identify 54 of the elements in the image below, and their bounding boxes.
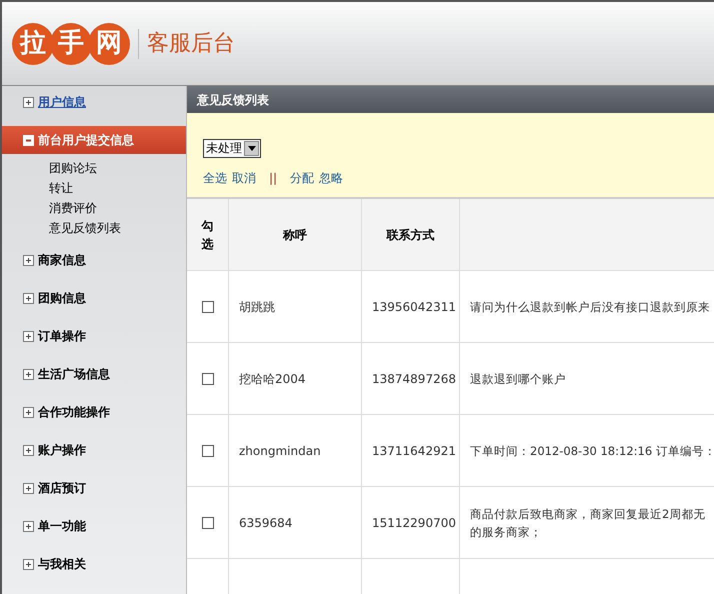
table-cell-text: 退款退到哪个账户: [470, 370, 566, 388]
sidebar-item[interactable]: 订单操作: [2, 322, 186, 350]
console-title: 客服后台: [147, 30, 235, 58]
action-link[interactable]: 忽略: [319, 169, 344, 187]
action-link[interactable]: 分配: [290, 169, 314, 187]
status-select[interactable]: 未处理: [203, 138, 261, 158]
sidebar-item[interactable]: 商家信息: [2, 246, 186, 274]
column-header: 勾选: [202, 218, 214, 252]
sidebar-item[interactable]: 单一功能: [2, 512, 186, 540]
table-cell-text: 13874897268: [372, 370, 456, 388]
table-cell-text: 6359684: [239, 514, 292, 532]
table-cell-text: 商品付款后致电商家，商家回复最近2周都无 的服务商家；: [470, 506, 706, 540]
column-header: 称呼: [283, 226, 307, 244]
sidebar-subitem[interactable]: 转让: [49, 178, 73, 198]
table-cell-text: 15112290700: [372, 514, 456, 532]
checkbox[interactable]: [202, 516, 214, 528]
table-cell-text: 胡跳跳: [239, 298, 275, 316]
expand-icon[interactable]: [23, 292, 34, 304]
sidebar-item[interactable]: 团购信息: [2, 284, 186, 312]
expand-icon[interactable]: [23, 520, 34, 532]
table-cell-text: 13711642921: [372, 442, 456, 460]
column-header: 联系方式: [386, 226, 434, 244]
sidebar-subitem[interactable]: 消费评价: [49, 198, 97, 218]
sidebar-item[interactable]: 酒店预订: [2, 474, 186, 502]
sidebar-item[interactable]: 用户信息: [2, 88, 186, 116]
sidebar-item[interactable]: 合作功能操作: [2, 398, 186, 426]
expand-icon[interactable]: [23, 482, 34, 494]
sidebar-subitem[interactable]: 团购论坛: [49, 158, 97, 178]
table-cell-text: zhongmindan: [239, 442, 321, 460]
expand-icon[interactable]: [23, 406, 34, 418]
checkbox[interactable]: [202, 372, 214, 384]
panel-title: 意见反馈列表: [197, 92, 269, 108]
logo: 拉手网: [12, 22, 130, 64]
sidebar-item[interactable]: 与我相关: [2, 550, 186, 578]
table-cell-text: 请问为什么退款到帐户后没有接口退款到原来: [470, 298, 710, 316]
expand-icon[interactable]: [23, 368, 34, 380]
expand-icon[interactable]: [23, 254, 34, 266]
sidebar-item[interactable]: 账户操作: [2, 436, 186, 464]
separator-text: ||: [269, 170, 278, 187]
checkbox[interactable]: [202, 300, 214, 312]
expand-icon[interactable]: [23, 96, 34, 108]
sidebar-item[interactable]: 生活广场信息: [2, 360, 186, 388]
expand-icon[interactable]: [23, 330, 34, 342]
checkbox[interactable]: [202, 444, 214, 456]
sidebar-subitem[interactable]: 意见反馈列表: [49, 218, 121, 238]
collapse-icon[interactable]: [23, 134, 34, 146]
expand-icon[interactable]: [23, 444, 34, 456]
table-cell-text: 挖哈哈2004: [239, 370, 306, 388]
table-cell-text: 下单时间：2012-08-30 18:12:16 订单编号：: [470, 442, 714, 460]
action-link[interactable]: 取消: [232, 169, 256, 187]
action-link[interactable]: 全选: [203, 169, 227, 187]
sidebar-item-active[interactable]: 前台用户提交信息: [2, 126, 186, 154]
table-cell-text: 13956042311: [372, 298, 456, 316]
expand-icon[interactable]: [23, 558, 34, 570]
